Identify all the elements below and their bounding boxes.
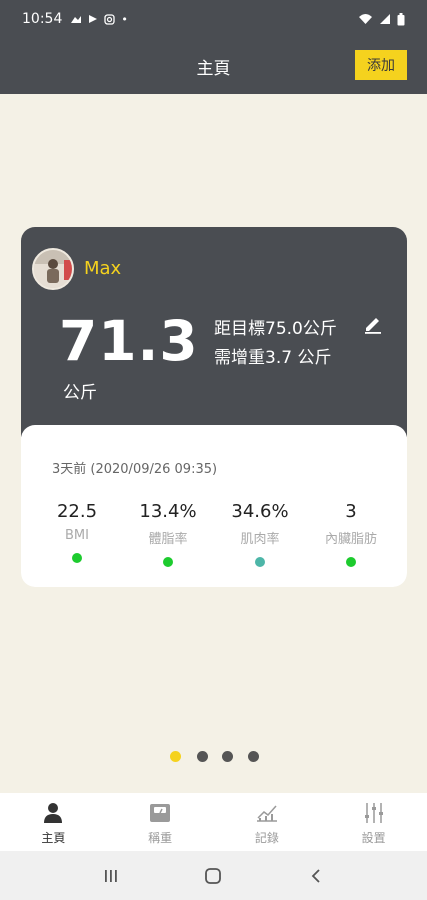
user-name: Max — [84, 258, 122, 279]
metric-value: 22.5 — [56, 501, 98, 522]
page-dot[interactable] — [222, 751, 233, 762]
nav-item-settings[interactable]: 設置 — [320, 793, 427, 851]
status-dot-icon — [255, 557, 265, 567]
recents-icon — [105, 869, 117, 882]
card-header: Max 71.3 公斤 距目標75.0公斤 需增重3.7 公斤 — [21, 227, 407, 437]
back-button[interactable] — [301, 861, 331, 891]
edit-icon[interactable] — [362, 312, 384, 334]
home-icon — [205, 867, 222, 884]
status-time: 10:54 — [22, 11, 63, 27]
metric-value: 3 — [345, 501, 357, 522]
weight-value: 71.3 — [59, 309, 199, 373]
page-title: 主頁 — [196, 58, 231, 79]
nav-label: 主頁 — [41, 831, 66, 845]
chart-icon — [256, 805, 277, 822]
status-bar: 10:54 • — [0, 0, 427, 38]
page-dot[interactable] — [248, 751, 259, 762]
metric-label: 內臟脂肪 — [324, 532, 377, 547]
status-dot-icon — [72, 553, 82, 563]
nav-label: 設置 — [361, 831, 386, 845]
app-bar: 主頁 添加 — [0, 38, 427, 94]
page-indicator — [0, 751, 427, 763]
status-dot: • — [121, 12, 128, 26]
status-dot-icon — [163, 557, 173, 567]
cloud-icon — [71, 16, 82, 23]
nav-label: 稱重 — [148, 831, 173, 845]
home-button[interactable] — [198, 861, 228, 891]
nav-item-weigh[interactable]: 稱重 — [107, 793, 214, 851]
gain-text: 需增重3.7 公斤 — [214, 348, 332, 368]
status-notification-icons: • — [70, 13, 128, 26]
nav-item-home[interactable]: 主頁 — [0, 793, 107, 851]
avatar[interactable] — [32, 248, 74, 290]
metric-body-fat[interactable]: 13.4% 體脂率 — [126, 501, 210, 567]
metric-muscle[interactable]: 34.6% 肌肉率 — [218, 501, 302, 567]
bottom-nav: 主頁 稱重 記錄 設置 — [0, 793, 427, 851]
system-nav-bar — [0, 851, 427, 900]
measurement-panel: 3天前 (2020/09/26 09:35) 22.5 BMI 13.4% 體脂… — [21, 425, 407, 587]
metric-label: BMI — [65, 528, 89, 543]
instagram-icon — [104, 13, 116, 25]
metric-label: 體脂率 — [148, 532, 188, 547]
play-icon — [89, 15, 98, 23]
measurement-timestamp: 3天前 (2020/09/26 09:35) — [52, 462, 218, 477]
goal-text: 距目標75.0公斤 — [214, 319, 337, 339]
avatar-photo — [34, 250, 72, 288]
weight-unit: 公斤 — [63, 383, 97, 403]
metric-bmi[interactable]: 22.5 BMI — [35, 501, 119, 563]
page-dot[interactable] — [170, 751, 181, 762]
profile-card[interactable]: Max 71.3 公斤 距目標75.0公斤 需增重3.7 公斤 3天前 (202… — [21, 227, 407, 587]
sliders-icon — [364, 803, 383, 823]
nav-label: 記錄 — [254, 831, 279, 845]
status-dot-icon — [346, 557, 356, 567]
scale-icon — [150, 804, 171, 822]
page-dot[interactable] — [197, 751, 208, 762]
add-button[interactable]: 添加 — [355, 50, 407, 80]
recents-button[interactable] — [96, 861, 126, 891]
battery-icon — [397, 12, 405, 25]
wifi-icon — [359, 14, 372, 24]
metric-visceral-fat[interactable]: 3 內臟脂肪 — [309, 501, 393, 567]
metric-value: 13.4% — [139, 501, 197, 522]
back-icon — [311, 868, 320, 883]
metric-value: 34.6% — [231, 501, 289, 522]
metric-label: 肌肉率 — [240, 532, 280, 547]
signal-icon — [380, 14, 390, 24]
nav-item-records[interactable]: 記錄 — [214, 793, 321, 851]
person-icon — [44, 803, 63, 823]
